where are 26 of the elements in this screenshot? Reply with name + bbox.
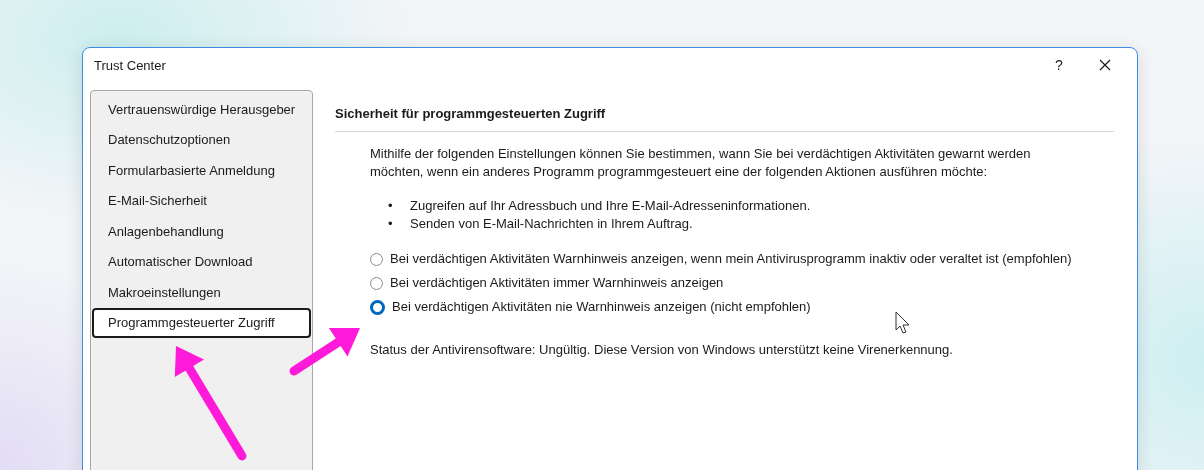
- sidebar-item[interactable]: E-Mail-Sicherheit: [92, 185, 311, 216]
- help-button[interactable]: ?: [1036, 49, 1082, 81]
- sidebar-item[interactable]: Formularbasierte Anmeldung: [92, 155, 311, 186]
- sidebar-item[interactable]: Programmgesteuerter Zugriff: [92, 307, 311, 338]
- radio-button[interactable]: [370, 252, 383, 266]
- action-item: Zugreifen auf Ihr Adressbuch und Ihre E-Mail-Adresseninformationen.: [410, 197, 811, 215]
- sidebar-item[interactable]: Anlagenbehandlung: [92, 216, 311, 247]
- sidebar-item[interactable]: Datenschutzoptionen: [92, 124, 311, 155]
- radio-button[interactable]: [370, 299, 385, 315]
- action-item: Senden von E-Mail-Nachrichten in Ihrem Auftrag.: [410, 215, 693, 233]
- status-text: Status der Antivirensoftware: Ungültig. Diese Version von Windows unterstützt keine Virenerkennung.: [370, 342, 954, 357]
- bullet-marker: •: [388, 197, 394, 215]
- bullet-marker: •: [388, 215, 394, 233]
- sidebar-item[interactable]: Automatischer Download: [92, 246, 311, 277]
- description-text: Mithilfe der folgenden Einstellungen können Sie bestimmen, wann Sie bei verdächtigen Aktivitäten gewarnt werden möchten, wenn ein anderes Programm programmgesteuert eine der folgenden Aktionen ausführen möchte:: [370, 145, 1032, 181]
- sidebar-item[interactable]: Makroeinstellungen: [92, 277, 311, 308]
- section-heading: Sicherheit für programmgesteuerten Zugriff: [335, 90, 1114, 132]
- window-title: Trust Center: [94, 57, 167, 73]
- radio-label[interactable]: Bei verdächtigen Aktivitäten nie Warnhinweis anzeigen (nicht empfohlen): [392, 298, 811, 316]
- radio-button[interactable]: [370, 276, 383, 290]
- sidebar-item[interactable]: Vertrauenswürdige Herausgeber: [92, 94, 311, 125]
- radio-label[interactable]: Bei verdächtigen Aktivitäten immer Warnhinweis anzeigen: [390, 274, 724, 292]
- mouse-pointer-icon: [895, 311, 910, 334]
- close-icon: [1099, 59, 1111, 71]
- radio-label[interactable]: Bei verdächtigen Aktivitäten Warnhinweis anzeigen, wenn mein Antivirusprogramm inaktiv oder veraltet ist (empfohlen): [390, 250, 1072, 268]
- arrow: [289, 327, 360, 376]
